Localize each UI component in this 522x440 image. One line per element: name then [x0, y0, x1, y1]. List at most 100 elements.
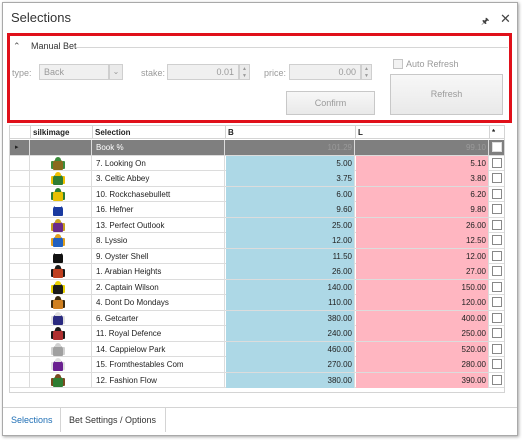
checkbox-cell [490, 156, 504, 171]
back-price[interactable]: 460.00 [226, 341, 355, 357]
back-price[interactable]: 140.00 [226, 279, 355, 295]
back-price[interactable]: 270.00 [226, 357, 355, 372]
checkbox-cell [490, 264, 504, 279]
lay-price[interactable]: 390.00 [356, 372, 489, 388]
lay-price[interactable]: 400.00 [356, 310, 489, 326]
table-row[interactable]: 15. Fromthestables Com 270.00 280.00 [10, 357, 504, 373]
silk-cell [31, 248, 92, 264]
selection-name: 15. Fromthestables Com [93, 357, 225, 372]
lay-price[interactable]: 280.00 [356, 357, 489, 372]
row-checkbox[interactable] [492, 219, 502, 230]
row-checkbox[interactable] [492, 235, 502, 245]
row-checkbox[interactable] [492, 173, 502, 183]
row-checkbox[interactable] [492, 328, 502, 338]
table-row[interactable]: 11. Royal Defence 240.00 250.00 [10, 326, 504, 342]
table-row[interactable]: 8. Lyssio 12.00 12.50 [10, 233, 504, 249]
lay-price[interactable]: 26.00 [356, 217, 489, 233]
table-row[interactable]: 4. Dont Do Mondays 110.00 120.00 [10, 295, 504, 311]
back-price[interactable]: 3.75 [226, 171, 355, 186]
group-divider [76, 47, 508, 48]
table-row[interactable]: 7. Looking On 5.00 5.10 [10, 155, 504, 171]
selection-column-header[interactable]: Selection [93, 126, 226, 139]
row-checkbox[interactable] [492, 297, 502, 307]
spin-down-icon[interactable]: ▼ [364, 74, 369, 79]
back-column-header[interactable]: B [226, 126, 356, 139]
table-row[interactable]: 14. Cappielow Park 460.00 520.00 [10, 341, 504, 357]
price-input[interactable]: 0.00 [289, 64, 361, 80]
lay-column-header[interactable]: L [356, 126, 490, 139]
lay-price[interactable]: 520.00 [356, 341, 489, 357]
back-price[interactable]: 240.00 [226, 326, 355, 341]
row-indicator [10, 171, 30, 186]
row-checkbox[interactable] [492, 359, 502, 369]
spin-down-icon[interactable]: ▼ [242, 74, 247, 79]
lay-price[interactable]: 3.80 [356, 171, 489, 186]
table-row[interactable]: 9. Oyster Shell 11.50 12.00 [10, 248, 504, 264]
collapse-chevron-icon[interactable]: ⌃ [13, 41, 21, 52]
row-checkbox[interactable] [492, 157, 502, 168]
back-price[interactable]: 380.00 [226, 372, 355, 388]
lay-price[interactable]: 12.00 [356, 248, 489, 264]
table-row[interactable]: 1. Arabian Heights 26.00 27.00 [10, 264, 504, 280]
lay-price[interactable]: 6.20 [356, 186, 489, 202]
stake-input[interactable]: 0.01 [167, 64, 239, 80]
lay-price[interactable]: 120.00 [356, 295, 489, 310]
star-column-header[interactable]: * [490, 126, 504, 139]
current-row-arrow-icon: ▸ [15, 144, 19, 151]
row-checkbox[interactable] [492, 312, 502, 323]
row-checkbox[interactable] [492, 281, 502, 292]
confirm-button[interactable]: Confirm [286, 91, 375, 115]
refresh-button[interactable]: Refresh [390, 74, 503, 115]
row-checkbox[interactable] [492, 204, 502, 214]
table-row[interactable]: 10. Rockchasebullett 6.00 6.20 [10, 186, 504, 202]
table-row[interactable]: 3. Celtic Abbey 3.75 3.80 [10, 171, 504, 187]
lay-price[interactable]: 150.00 [356, 279, 489, 295]
silk-cap [55, 156, 61, 161]
type-combobox[interactable]: Back [39, 64, 109, 80]
tab-bet-settings-options[interactable]: Bet Settings / Options [69, 415, 156, 425]
tab-divider [60, 408, 61, 432]
table-row[interactable]: 6. Getcarter 380.00 400.00 [10, 310, 504, 326]
back-price[interactable]: 12.00 [226, 233, 355, 248]
tab-selections[interactable]: Selections [11, 415, 53, 425]
silkimage-column-header[interactable]: silkimage [31, 126, 93, 139]
lay-price[interactable]: 9.80 [356, 202, 489, 217]
silk-cell [31, 140, 92, 155]
row-checkbox[interactable] [492, 250, 502, 261]
back-price[interactable]: 9.60 [226, 202, 355, 217]
silk-cap [55, 342, 61, 347]
silk-body [53, 159, 63, 170]
back-price[interactable]: 25.00 [226, 217, 355, 233]
row-checkbox[interactable] [492, 343, 502, 354]
back-price[interactable]: 110.00 [226, 295, 355, 310]
back-price[interactable]: 26.00 [226, 264, 355, 279]
lay-price[interactable]: 27.00 [356, 264, 489, 279]
table-row[interactable]: 16. Hefner 9.60 9.80 [10, 202, 504, 218]
stake-spinner[interactable]: ▲ ▼ [239, 64, 250, 80]
close-icon[interactable]: ✕ [500, 11, 511, 27]
lay-price[interactable]: 12.50 [356, 233, 489, 248]
table-row[interactable]: 12. Fashion Flow 380.00 390.00 [10, 372, 504, 388]
table-row[interactable]: 13. Perfect Outlook 25.00 26.00 [10, 217, 504, 233]
back-price[interactable]: 11.50 [226, 248, 355, 264]
spin-up-icon[interactable]: ▲ [364, 67, 369, 72]
auto-refresh-checkbox[interactable] [393, 59, 403, 69]
lay-price[interactable]: 250.00 [356, 326, 489, 341]
row-checkbox[interactable] [492, 374, 502, 385]
spin-up-icon[interactable]: ▲ [242, 67, 247, 72]
selections-window: Selections 🖈︎ ✕ ⌃ Manual Bet type: Back … [2, 2, 518, 436]
silk-body [53, 221, 63, 232]
lay-price[interactable]: 5.10 [356, 155, 489, 171]
row-checkbox[interactable] [492, 188, 502, 199]
back-price[interactable]: 5.00 [226, 155, 355, 171]
selection-name: 12. Fashion Flow [93, 372, 225, 388]
row-checkbox[interactable] [492, 266, 502, 276]
chevron-down-icon[interactable]: ⌄ [109, 64, 123, 80]
price-spinner[interactable]: ▲ ▼ [361, 64, 372, 80]
back-price[interactable]: 6.00 [226, 186, 355, 202]
silk-body [53, 268, 63, 278]
table-row[interactable]: 2. Captain Wilson 140.00 150.00 [10, 279, 504, 295]
back-price[interactable]: 380.00 [226, 310, 355, 326]
pin-icon[interactable]: 🖈︎ [481, 14, 489, 30]
row-checkbox[interactable] [492, 142, 502, 152]
